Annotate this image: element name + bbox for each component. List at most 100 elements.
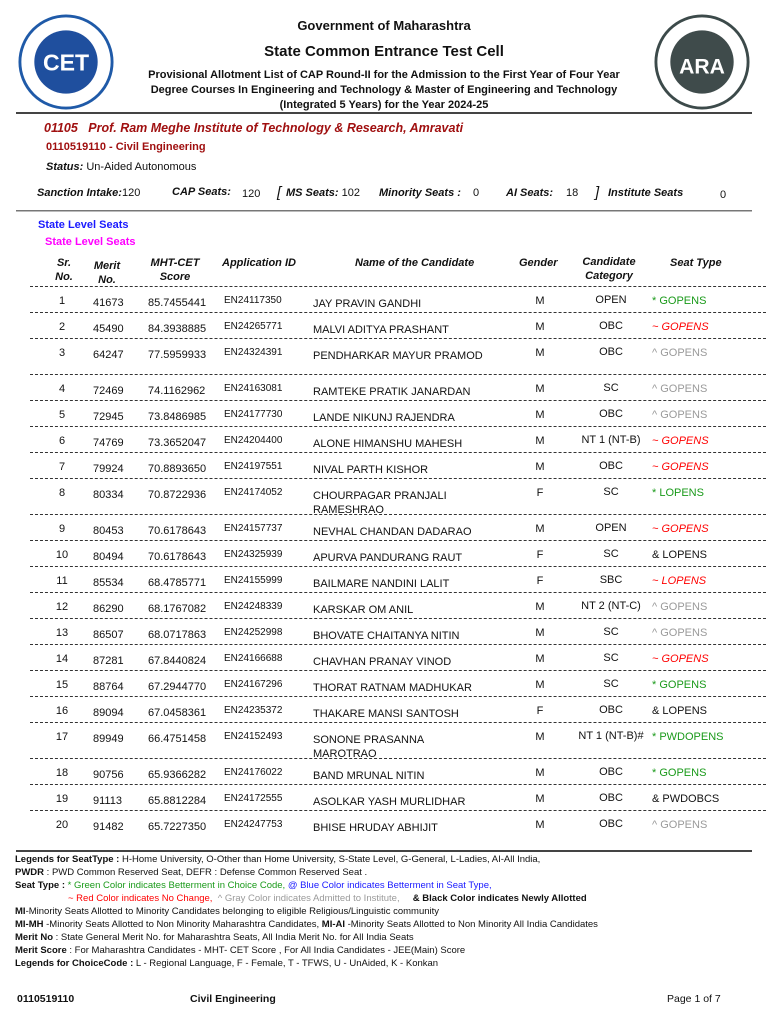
seat-type: & LOPENS: [652, 549, 708, 561]
footer-branch: Civil Engineering: [190, 993, 276, 1005]
mht-cet-score: 68.4785771: [148, 577, 207, 589]
status-label: Status:: [46, 161, 84, 173]
merit-no: 72945: [93, 411, 124, 423]
table-row: 3 64247 77.5959933 EN24324391 PENDHARKAR MAY…: [30, 338, 766, 374]
sr-no: 18: [55, 767, 69, 779]
mht-cet-score: 77.5959933: [148, 349, 207, 361]
mht-cet-score: 67.2944770: [148, 681, 207, 693]
application-id: EN24152493: [224, 731, 283, 742]
cell-title: State Common Entrance Test Cell: [264, 43, 504, 60]
merit-no: 80453: [93, 525, 124, 537]
mht-cet-score: 84.3938885: [148, 323, 207, 335]
ms-label: MS Seats:: [286, 187, 339, 199]
gender: M: [535, 601, 545, 613]
ara-logo: ARA: [654, 14, 750, 110]
legend-pwdr: PWDR : PWD Common Reserved Seat, DEFR : …: [15, 867, 368, 878]
title-line: (Integrated 5 Years) for the Year 2024-2…: [279, 99, 489, 111]
seat-type: ~ GOPENS: [652, 653, 709, 665]
table-row: 5 72945 73.8486985 EN24177730 LANDE NIKUNJ R…: [30, 400, 766, 426]
title-line: Provisional Allotment List of CAP Round-…: [148, 69, 620, 81]
sr-no: 5: [58, 409, 66, 421]
seat-type: & PWDOBCS: [652, 793, 720, 805]
sr-no: 2: [58, 321, 66, 333]
sr-no: 9: [58, 523, 66, 535]
svg-text:CET: CET: [43, 50, 89, 76]
mht-cet-score: 74.1162962: [148, 385, 206, 397]
page-number: Page 1 of 7: [667, 993, 721, 1005]
sr-no: 14: [55, 653, 69, 665]
gender: M: [535, 383, 545, 395]
application-id: EN24174052: [224, 487, 283, 498]
gender: M: [535, 321, 545, 333]
candidate-category: SC: [603, 652, 619, 664]
mht-cet-score: 67.0458361: [148, 707, 207, 719]
footer-code: 0110519110: [17, 993, 75, 1005]
table-row: 7 79924 70.8893650 EN24197551 NIVAL PARTH KI…: [30, 452, 766, 478]
application-id: EN24155999: [224, 575, 283, 586]
candidate-category: NT 1 (NT-B): [581, 434, 641, 446]
merit-no: 86290: [93, 603, 124, 615]
gov-title: Government of Maharashtra: [297, 18, 471, 33]
legend-mi: MI-Minority Seats Allotted to Minority C…: [15, 906, 440, 917]
table-row: 19 91113 65.8812284 EN24172555 ASOLKAR YASH …: [30, 784, 766, 810]
merit-no: 80494: [93, 551, 124, 563]
candidate-category: OBC: [599, 766, 623, 778]
minority-value: 0: [473, 187, 480, 199]
col-app-id: Application ID: [222, 257, 296, 269]
merit-no: 41673: [93, 297, 124, 309]
legend-colors: Seat Type : * Green Color indicates Bett…: [15, 880, 492, 891]
mht-cet-score: 65.8812284: [148, 795, 207, 807]
mht-cet-score: 68.0717863: [148, 629, 207, 641]
application-id: EN24177730: [224, 409, 283, 420]
seat-type: ^ GOPENS: [652, 627, 708, 639]
merit-no: 74769: [93, 437, 124, 449]
gender: M: [535, 819, 545, 831]
candidate-name: APURVA PANDURANG RAUT: [313, 552, 463, 564]
gender: M: [535, 793, 545, 805]
table-row: 4 72469 74.1162962 EN24163081 RAMTEKE PRATIK…: [30, 374, 766, 400]
sr-no: 16: [55, 705, 69, 717]
candidate-category: OBC: [599, 320, 623, 332]
legend-colors-2: ~ Red Color indicates No Change, ^ Gray …: [68, 893, 587, 904]
candidate-category: OPEN: [595, 522, 627, 534]
divider: [16, 850, 752, 852]
sanction-value: 120: [121, 187, 141, 199]
ai-label: AI Seats:: [506, 187, 554, 199]
col-score: MHT-CET Score: [150, 257, 200, 283]
application-id: EN24172555: [224, 793, 283, 804]
mht-cet-score: 70.8722936: [148, 489, 207, 501]
candidate-name: PENDHARKAR MAYUR PRAMOD: [313, 350, 483, 362]
application-id: EN24324391: [224, 347, 283, 358]
candidate-name: ALONE HIMANSHU MAHESH: [313, 438, 463, 450]
candidate-category: SC: [603, 382, 619, 394]
candidate-name: LANDE NIKUNJ RAJENDRA: [313, 412, 455, 424]
gender: M: [535, 347, 545, 359]
sr-no: 20: [55, 819, 69, 831]
merit-no: 64247: [93, 349, 124, 361]
candidate-name: JAY PRAVIN GANDHI: [313, 298, 422, 310]
application-id: EN24204400: [224, 435, 283, 446]
col-seat-type: Seat Type: [670, 257, 722, 269]
seat-type: ~ LOPENS: [652, 575, 707, 587]
application-id: EN24252998: [224, 627, 283, 638]
institute-seats-label: Institute Seats: [608, 187, 684, 199]
mht-cet-score: 65.7227350: [148, 821, 207, 833]
title-line: Degree Courses In Engineering and Techno…: [150, 84, 618, 96]
sr-no: 12: [55, 601, 69, 613]
bracket: ]: [595, 184, 600, 201]
sr-no: 4: [58, 383, 66, 395]
table-row: 20 91482 65.7227350 EN24247753 BHISE HRUDAY …: [30, 810, 766, 836]
seat-type: & LOPENS: [652, 705, 708, 717]
allotment-table: 1 41673 85.7455441 EN24117350 JAY PRAVIN GAN…: [30, 286, 766, 836]
candidate-category: SC: [603, 486, 619, 498]
application-id: EN24325939: [224, 549, 283, 560]
table-row: 15 88764 67.2944770 EN24167296 THORAT RATNAM…: [30, 670, 766, 696]
sr-no: 11: [56, 575, 68, 587]
seat-type: ~ GOPENS: [652, 321, 709, 333]
mht-cet-score: 73.8486985: [148, 411, 207, 423]
seat-type: * GOPENS: [652, 767, 707, 779]
merit-no: 45490: [93, 323, 124, 335]
gender: F: [536, 549, 544, 561]
sr-no: 15: [55, 679, 69, 691]
col-sr: Sr. No.: [55, 257, 73, 283]
